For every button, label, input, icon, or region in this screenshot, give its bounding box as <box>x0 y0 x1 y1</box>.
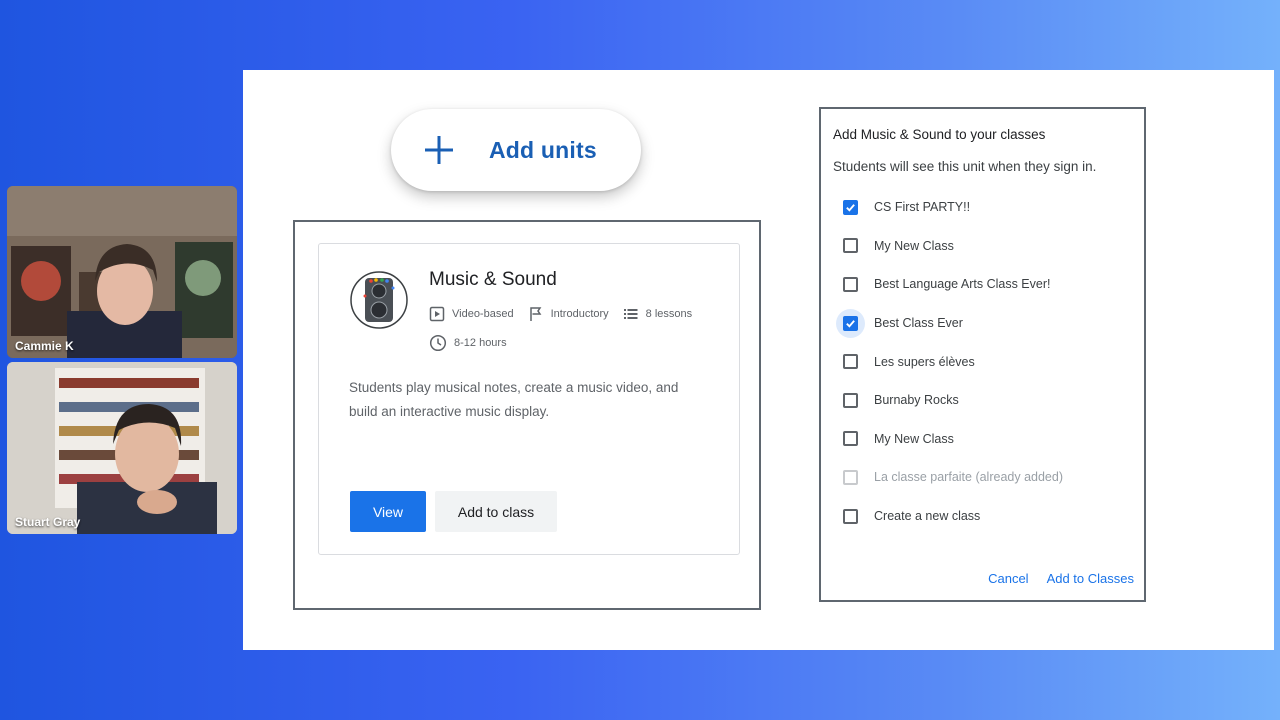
cancel-button[interactable]: Cancel <box>988 571 1028 586</box>
class-option-label: Best Class Ever <box>874 316 963 331</box>
class-option-label: Burnaby Rocks <box>874 393 959 408</box>
class-option[interactable]: CS First PARTY!! <box>843 188 1063 227</box>
participant-video <box>7 186 237 358</box>
class-option-label: Best Language Arts Class Ever! <box>874 277 1051 292</box>
participant-name: Cammie K <box>15 339 74 353</box>
dialog-subtitle: Students will see this unit when they si… <box>833 159 1097 174</box>
dialog-actions: Cancel Add to Classes <box>988 571 1134 586</box>
participant-name: Stuart Gray <box>15 515 81 529</box>
video-tile-stuart[interactable]: Stuart Gray <box>7 362 237 534</box>
unit-card: Music & Sound Video-based Introductory 8… <box>318 243 740 555</box>
class-option[interactable]: My New Class <box>843 420 1063 459</box>
class-list: CS First PARTY!! My New Class Best Languag… <box>836 188 1063 536</box>
add-to-classes-button[interactable]: Add to Classes <box>1047 571 1134 586</box>
add-to-class-button[interactable]: Add to class <box>435 491 557 532</box>
unit-title: Music & Sound <box>429 269 557 290</box>
class-checkbox[interactable] <box>843 392 858 408</box>
checkmark-icon <box>846 203 855 212</box>
shared-slide: Add units Music & Sound Video-based Intr… <box>243 70 1274 650</box>
unit-duration: 8-12 hours <box>454 337 507 349</box>
unit-meta-row: Video-based Introductory 8 lessons <box>429 306 706 322</box>
add-units-button[interactable]: Add units <box>391 109 641 191</box>
video-tile-cammie[interactable]: Cammie K <box>7 186 237 358</box>
class-option-label: CS First PARTY!! <box>874 200 971 215</box>
unit-description: Students play musical notes, create a mu… <box>349 380 679 419</box>
class-option[interactable]: Burnaby Rocks <box>843 381 1063 420</box>
clock-icon <box>429 334 447 352</box>
class-option-label: Create a new class <box>874 509 981 524</box>
class-option-label: Les supers élèves <box>874 354 975 369</box>
view-button[interactable]: View <box>350 491 426 532</box>
add-to-classes-dialog: Add Music & Sound to your classes Studen… <box>819 107 1146 602</box>
class-option-label: My New Class <box>874 238 954 253</box>
unit-level: Introductory <box>550 308 609 320</box>
dialog-title: Add Music & Sound to your classes <box>833 127 1046 142</box>
class-option[interactable]: My New Class <box>843 227 1063 266</box>
checkmark-icon <box>846 319 855 328</box>
class-checkbox[interactable] <box>843 199 858 215</box>
unit-duration-row: 8-12 hours <box>429 334 521 352</box>
speaker-logo-icon <box>350 271 408 329</box>
unit-lessons: 8 lessons <box>645 308 693 320</box>
class-checkbox[interactable] <box>843 354 858 370</box>
add-units-label: Add units <box>489 136 597 163</box>
class-option: La classe parfaite (already added) <box>843 458 1063 497</box>
class-checkbox[interactable] <box>843 238 858 254</box>
class-checkbox <box>843 469 858 485</box>
class-option[interactable]: Les supers élèves <box>843 342 1063 381</box>
unit-card-frame: Music & Sound Video-based Introductory 8… <box>293 220 761 610</box>
unit-format: Video-based <box>452 308 514 320</box>
video-icon <box>429 306 445 322</box>
list-icon <box>623 309 638 319</box>
class-option[interactable]: Best Language Arts Class Ever! <box>843 265 1063 304</box>
flag-icon <box>529 307 541 321</box>
class-option-label: La classe parfaite (already added) <box>874 470 1064 485</box>
plus-icon <box>425 136 453 164</box>
class-checkbox[interactable] <box>843 508 858 524</box>
class-checkbox[interactable] <box>843 431 858 447</box>
class-option[interactable]: Best Class Ever <box>836 304 1063 343</box>
class-option-label: My New Class <box>874 431 954 446</box>
class-checkbox[interactable] <box>843 276 858 292</box>
class-option[interactable]: Create a new class <box>843 497 1063 536</box>
participant-video <box>7 362 237 534</box>
class-checkbox[interactable] <box>836 308 865 338</box>
